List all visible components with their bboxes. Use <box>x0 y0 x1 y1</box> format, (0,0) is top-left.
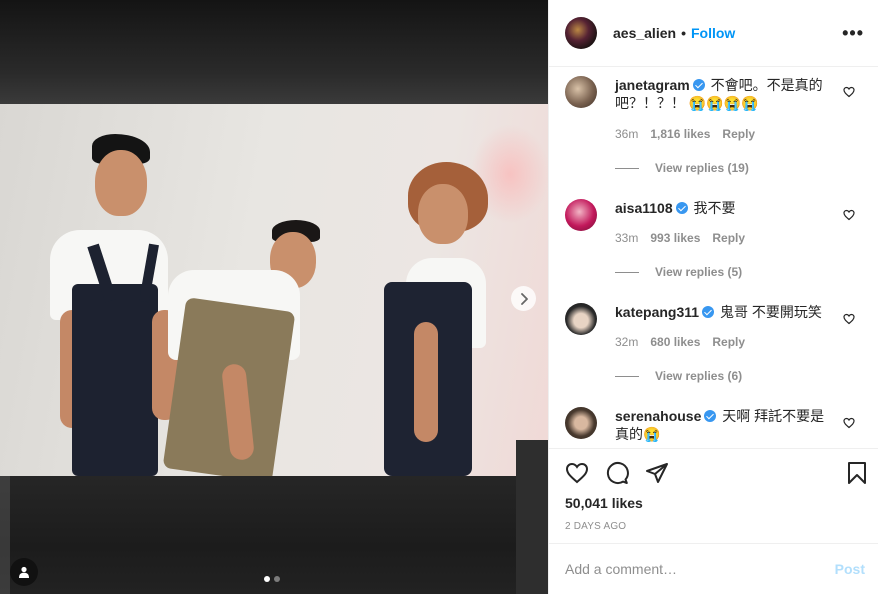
post-timestamp[interactable]: 2 DAYS AGO <box>549 521 878 532</box>
follow-button[interactable]: Follow <box>691 25 735 41</box>
commenter-username[interactable]: katepang311 <box>615 304 699 320</box>
comment-likes[interactable]: 680 likes <box>650 335 700 349</box>
user-icon <box>19 566 29 578</box>
comment-likes[interactable]: 1,816 likes <box>650 127 710 141</box>
view-replies-button[interactable]: View replies (6) <box>615 369 742 383</box>
commenter-avatar[interactable] <box>565 303 597 335</box>
heart-icon[interactable] <box>843 417 855 429</box>
view-replies-label: View replies (6) <box>655 369 743 383</box>
commenter-username[interactable]: janetagram <box>615 77 690 93</box>
post-likes-count[interactable]: 50,041 likes <box>549 495 878 511</box>
tagged-users-button[interactable] <box>10 558 38 586</box>
view-replies-button[interactable]: View replies (19) <box>615 161 749 175</box>
next-slide-button[interactable] <box>511 286 536 311</box>
reply-button[interactable]: Reply <box>712 335 745 349</box>
carousel-indicator <box>264 576 280 582</box>
paper-plane-icon[interactable] <box>645 461 669 485</box>
commenter-avatar[interactable] <box>565 76 597 108</box>
comment-input[interactable] <box>565 561 835 577</box>
view-replies-label: View replies (19) <box>655 161 749 175</box>
monitor-bezel-top <box>0 0 548 104</box>
commenter-avatar[interactable] <box>565 199 597 231</box>
view-replies-label: View replies (5) <box>655 265 743 279</box>
verified-badge-icon <box>692 79 705 91</box>
heart-icon[interactable] <box>843 313 855 325</box>
verified-badge-icon <box>702 306 715 318</box>
more-options-icon[interactable]: ••• <box>842 23 864 44</box>
heart-icon[interactable] <box>843 86 855 98</box>
comment-likes[interactable]: 993 likes <box>650 231 700 245</box>
heart-icon[interactable] <box>843 209 855 221</box>
carousel-dot <box>274 576 280 582</box>
add-comment-bar: Post <box>549 543 878 594</box>
comment-time: 32m <box>615 335 639 349</box>
view-replies-button[interactable]: View replies (5) <box>615 265 742 279</box>
post-sidebar: aes_alien • Follow ••• janetagram 不會吧。不是… <box>548 0 878 594</box>
post-media <box>0 0 548 594</box>
comment-time: 36m <box>615 127 639 141</box>
comment-time: 33m <box>615 231 639 245</box>
post-comment-button[interactable]: Post <box>835 561 865 577</box>
verified-badge-icon <box>675 202 688 214</box>
commenter-username[interactable]: serenahouse <box>615 408 701 424</box>
comments-list: janetagram 不會吧。不是真的吧？！？！ 😭😭😭😭 36m 1,816 … <box>549 67 878 448</box>
comment-icon[interactable] <box>605 461 629 485</box>
chevron-right-icon <box>520 292 528 305</box>
header-separator: • <box>681 25 686 41</box>
post-actions: 50,041 likes 2 DAYS AGO <box>549 448 878 532</box>
author-avatar[interactable] <box>565 17 597 49</box>
carousel-dot-active <box>264 576 270 582</box>
commenter-username[interactable]: aisa1108 <box>615 200 673 216</box>
reply-button[interactable]: Reply <box>712 231 745 245</box>
heart-icon[interactable] <box>565 461 589 485</box>
post-header: aes_alien • Follow ••• <box>549 0 878 67</box>
comment-text: 鬼哥 不要開玩笑 <box>719 304 822 320</box>
post-photo <box>0 104 548 483</box>
bookmark-icon[interactable] <box>845 461 869 485</box>
reply-button[interactable]: Reply <box>722 127 755 141</box>
author-username[interactable]: aes_alien <box>613 25 676 41</box>
comment-text: 我不要 <box>693 200 736 216</box>
commenter-avatar[interactable] <box>565 407 597 439</box>
verified-badge-icon <box>704 410 717 422</box>
